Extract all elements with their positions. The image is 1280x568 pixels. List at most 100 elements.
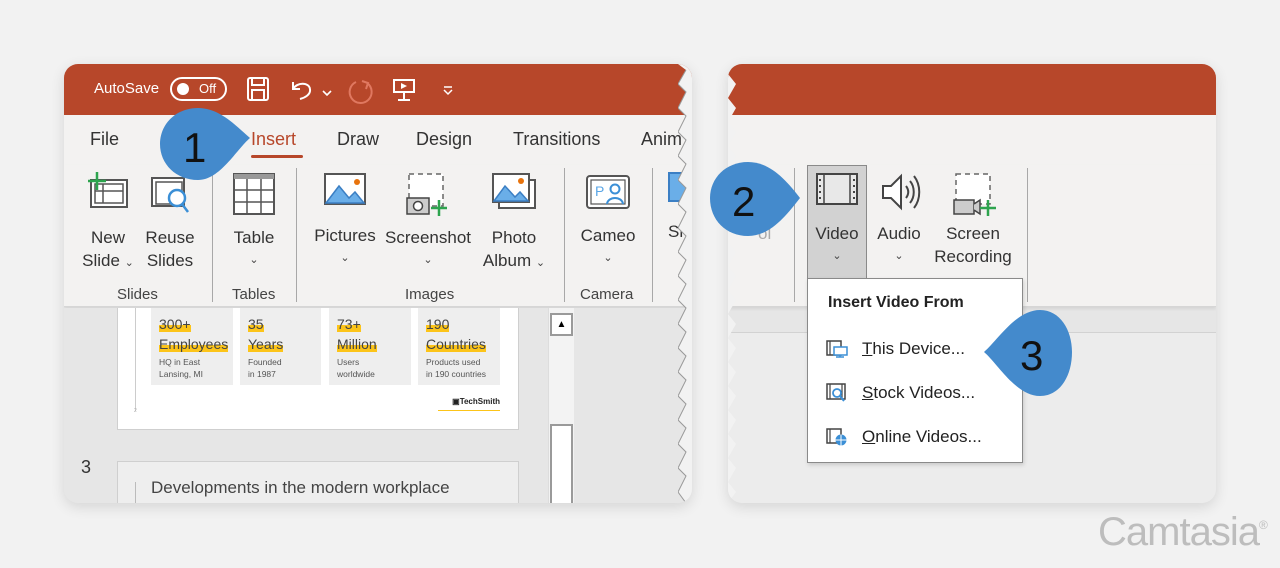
menu-item-stock-videos[interactable]: Stock Videos...: [826, 383, 975, 403]
callout-2: 2: [708, 158, 800, 240]
techsmith-logo-icon: ▣: [452, 397, 460, 406]
redo-icon[interactable]: [346, 78, 374, 111]
active-tab-indicator: [251, 155, 303, 158]
chevron-down-icon: ⌄: [603, 252, 613, 264]
chevron-down-icon: ⌄: [832, 250, 842, 262]
stat-desc-1: Products used: [426, 357, 481, 367]
stat-label: Countries: [426, 336, 486, 352]
group-separator: [1027, 168, 1028, 302]
present-from-start-icon[interactable]: [392, 78, 416, 109]
chevron-down-icon: ⌄: [249, 254, 259, 266]
scrollbar-thumb[interactable]: [550, 424, 573, 503]
tab-animations[interactable]: Anim: [641, 129, 682, 150]
menu-item-label: Online Videos...: [862, 427, 982, 447]
customize-qat-icon[interactable]: [442, 84, 454, 102]
cameo-label: Cameo: [580, 226, 636, 245]
techsmith-logo: ▣TechSmith: [438, 397, 500, 411]
stat-label: Million: [337, 336, 377, 352]
new-slide-button[interactable]: New Slide ⌄: [78, 172, 138, 275]
access-key: S: [862, 383, 874, 402]
screenshot-icon: [406, 173, 447, 216]
editing-area: [574, 308, 692, 503]
tab-draw[interactable]: Draw: [337, 129, 379, 150]
screen-recording-icon: [953, 173, 996, 216]
menu-item-online-videos[interactable]: Online Videos...: [826, 427, 982, 447]
slide-title: Developments in the modern workplace: [151, 478, 450, 497]
video-device-icon: [826, 340, 848, 358]
photo-album-button[interactable]: Photo Album ⌄: [474, 172, 554, 275]
powerpoint-window-right: ol Video ⌄ Audio ⌄ Screen Recording Inse…: [728, 64, 1216, 503]
callout-1: 1: [158, 104, 250, 186]
techsmith-logo-text: TechSmith: [459, 397, 500, 406]
camtasia-watermark: Camtasia®: [1098, 510, 1268, 555]
stat-desc-2: in 190 countries: [426, 369, 487, 379]
menu-item-label: This Device...: [862, 339, 965, 359]
chevron-down-icon: ⌄: [124, 257, 134, 269]
tab-design[interactable]: Design: [416, 129, 472, 150]
scroll-up-arrow-icon[interactable]: ▲: [550, 313, 573, 336]
chevron-down-icon: ⌄: [894, 250, 904, 262]
menu-item-this-device[interactable]: This Device...: [826, 339, 965, 359]
undo-dropdown-icon[interactable]: [322, 84, 332, 102]
new-slide-label-2: Slide: [82, 251, 120, 270]
group-label-tables: Tables: [232, 286, 276, 303]
torn-edge: [728, 64, 736, 503]
cameo-button[interactable]: P Cameo ⌄: [574, 172, 642, 270]
group-label-images: Images: [405, 286, 455, 303]
tab-transitions[interactable]: Transitions: [513, 129, 600, 150]
tab-file[interactable]: File: [90, 129, 119, 150]
slide-edge-line: [135, 482, 136, 503]
group-label-camera: Camera: [580, 286, 634, 303]
access-key: O: [862, 427, 876, 446]
video-button[interactable]: Video ⌄: [807, 172, 867, 268]
slide-page-number: 2: [134, 408, 137, 414]
slide-edge-line: [135, 308, 136, 411]
stat-value: 190: [426, 316, 450, 332]
pictures-button[interactable]: Pictures ⌄: [312, 172, 378, 270]
online-videos-icon: [826, 428, 847, 446]
menu-item-text: nline Videos...: [875, 427, 982, 446]
slide-thumbnail-2[interactable]: 2 300+ Employees HQ in East Lansing, MI …: [117, 308, 519, 430]
reuse-slides-label-2: Slides: [146, 251, 194, 270]
registered-mark: ®: [1258, 518, 1268, 532]
menu-item-text: his Device...: [872, 339, 965, 358]
callout-3: 3: [980, 306, 1072, 396]
stat-desc-1: Users: [337, 357, 360, 367]
stat-label: Years: [248, 336, 284, 352]
autosave-label: AutoSave: [94, 80, 160, 97]
group-label-slides: Slides: [117, 286, 158, 303]
screen-recording-label-1: Screen: [946, 224, 1000, 243]
autosave-toggle[interactable]: Off: [170, 77, 227, 101]
stat-value: 73+: [337, 316, 361, 332]
stock-videos-icon: [826, 383, 846, 402]
video-label: Video: [815, 224, 859, 243]
save-icon[interactable]: [246, 76, 270, 107]
group-separator: [296, 168, 297, 302]
pictures-icon: [324, 173, 366, 205]
new-slide-label-1: New: [90, 228, 125, 247]
vertical-scrollbar[interactable]: ▲: [548, 308, 574, 503]
slide-thumbnail-3[interactable]: Developments in the modern workplace: [117, 461, 519, 503]
stat-label: Employees: [159, 336, 229, 352]
toggle-knob: [177, 83, 189, 95]
reuse-slides-label-1: Reuse: [145, 228, 195, 247]
stat-desc-2: worldwide: [337, 369, 375, 379]
screen-recording-button[interactable]: Screen Recording: [931, 172, 1015, 268]
group-separator: [564, 168, 565, 302]
audio-icon: [882, 173, 921, 211]
undo-icon[interactable]: [289, 76, 315, 107]
slide-number-3: 3: [81, 457, 92, 477]
photo-album-icon: [492, 173, 536, 209]
svg-text:P: P: [595, 183, 604, 199]
stat-card: 35 Years Founded in 1987: [240, 308, 321, 385]
torn-edge: [678, 64, 692, 503]
stat-card: 300+ Employees HQ in East Lansing, MI: [151, 308, 233, 385]
callout-number: 2: [732, 178, 756, 225]
stat-desc-2: Lansing, MI: [159, 369, 203, 379]
audio-button[interactable]: Audio ⌄: [871, 172, 927, 268]
screenshot-button[interactable]: Screenshot ⌄: [382, 172, 474, 272]
menu-item-text: tock Videos...: [873, 383, 976, 402]
stat-desc-2: in 1987: [248, 369, 276, 379]
stat-card: 190 Countries Products used in 190 count…: [418, 308, 500, 385]
chevron-down-icon: ⌄: [340, 252, 350, 264]
